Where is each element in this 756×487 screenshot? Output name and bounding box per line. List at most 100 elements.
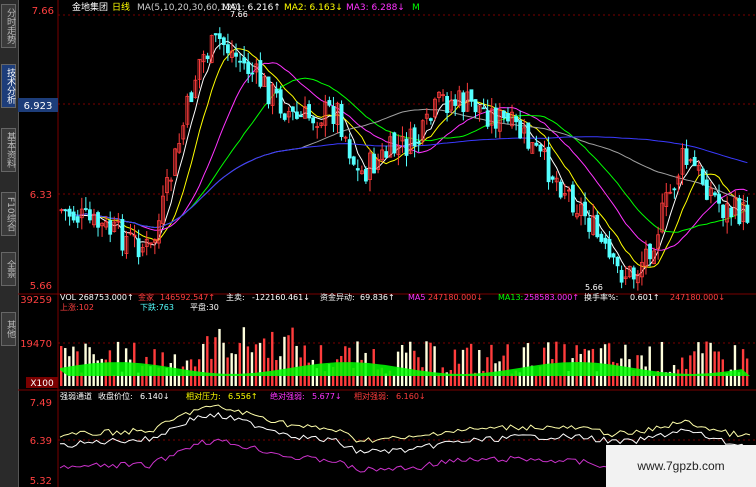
- volume-bar: [453, 349, 457, 386]
- candle-body: [290, 106, 295, 112]
- indicator-axis-mid: 6.39: [30, 436, 52, 447]
- turnover-label: 换手率%:: [584, 292, 618, 302]
- candle-body: [221, 37, 226, 46]
- volume-bar: [676, 369, 680, 386]
- volume-bar: [368, 375, 371, 386]
- down-count: 下跌:763: [140, 302, 174, 312]
- candle-body: [96, 212, 100, 228]
- volume-bar: [644, 366, 647, 386]
- candle-body: [571, 184, 575, 213]
- indicator-header: 强弱通道 收盘价位: 6.140↓ 相对压力: 6.556↑ 绝对强弱: 5.6…: [60, 391, 426, 401]
- candle-body: [88, 209, 92, 221]
- volume-bar: [469, 343, 473, 386]
- candle-body: [278, 89, 283, 114]
- gold-value: 146592.547↑: [160, 293, 215, 302]
- candle-body: [67, 208, 72, 217]
- candle-body: [108, 220, 113, 235]
- close-label: 收盘价位:: [98, 391, 133, 401]
- candle-body: [445, 95, 449, 114]
- gold-label: 金家: [138, 292, 154, 302]
- candle-body: [603, 237, 608, 244]
- volume-bar: [291, 327, 294, 386]
- candle-body: [384, 151, 389, 158]
- ma2-value: MA2: 6.163↓: [284, 3, 343, 13]
- volume-axis-unit: X100: [30, 379, 54, 389]
- volume-bar: [705, 341, 708, 386]
- volume-bar: [400, 344, 404, 386]
- candle-body: [587, 217, 592, 232]
- candle-body: [242, 57, 247, 64]
- volume-bar: [522, 347, 526, 386]
- volume-axis-top: 39259: [20, 295, 52, 306]
- candle-body: [63, 209, 68, 212]
- volume-bar: [425, 341, 428, 386]
- candle-body: [234, 52, 238, 57]
- candle-body: [481, 107, 486, 110]
- volume-bar: [660, 341, 664, 386]
- volume-bar: [461, 349, 465, 386]
- volume-bars: [60, 327, 750, 386]
- volume-bar: [254, 344, 258, 386]
- candle-body: [258, 60, 263, 87]
- ma5-label: MA5: [408, 293, 425, 302]
- price-axis-mid: 6.33: [30, 190, 52, 201]
- candle-body: [611, 253, 616, 258]
- candle-body: [307, 104, 311, 119]
- candle-body: [226, 44, 230, 54]
- candle-body: [558, 181, 563, 198]
- candle-body: [704, 179, 709, 200]
- volume-bar: [478, 350, 481, 386]
- volume-bar: [745, 358, 749, 386]
- high-price-marker: 7.66: [230, 10, 248, 19]
- volume-bar: [202, 343, 205, 386]
- candle-body: [311, 117, 316, 124]
- resist-value: 6.556↑: [228, 392, 258, 401]
- volume-bar: [283, 336, 286, 386]
- candle-body: [506, 113, 510, 122]
- volume-bar: [246, 346, 250, 386]
- stock-chart[interactable]: 7.66 6.923 6.33 5.66 金地集团 日线 MA(5,10,20,…: [0, 0, 756, 487]
- candle-body: [83, 208, 88, 210]
- indicator-axis-top: 7.49: [30, 398, 52, 409]
- candle-body: [331, 106, 336, 124]
- volume-axis-mid: 19470: [20, 339, 52, 350]
- volume-bar: [559, 375, 562, 386]
- volume-bar: [238, 343, 241, 386]
- candle-body: [250, 72, 255, 75]
- ma5-line: [61, 40, 748, 277]
- ma3-value: MA3: 6.288↓: [346, 3, 405, 13]
- candle-body: [672, 188, 677, 191]
- watermark: www.7gpzb.com: [606, 445, 756, 487]
- candle-body: [526, 122, 531, 149]
- ma10-line: [61, 48, 748, 268]
- candle-body: [266, 76, 271, 105]
- candle-body: [461, 92, 466, 113]
- candle-body: [428, 118, 433, 121]
- candle-body: [295, 111, 299, 119]
- strong-value: 5.677↓: [312, 392, 342, 401]
- candle-body: [721, 204, 725, 219]
- price-axis-top: 7.66: [32, 6, 54, 17]
- volume-bar: [230, 353, 233, 386]
- volume-bar: [250, 352, 254, 386]
- candle-body: [299, 115, 303, 118]
- volume-bar: [685, 368, 688, 386]
- volume-bar: [242, 327, 246, 386]
- candle-body: [607, 238, 612, 258]
- candle-body: [648, 243, 652, 260]
- candle-body: [246, 61, 251, 74]
- candle-body: [274, 88, 279, 94]
- candle-body: [392, 132, 397, 154]
- indicator-name: 强弱通道: [60, 391, 92, 401]
- volume-bar: [193, 366, 197, 386]
- volume-bar: [701, 353, 704, 386]
- rel-value: 6.160↓: [396, 392, 426, 401]
- volume-bar: [218, 328, 221, 386]
- volume-bar: [222, 342, 225, 386]
- volume-bar: [262, 338, 266, 386]
- fund-flow-label: 资金异动:: [320, 292, 355, 302]
- candle-body: [599, 233, 604, 242]
- main-sell-label: 主卖:: [226, 292, 245, 302]
- candle-body: [453, 99, 458, 106]
- candle-body: [213, 33, 218, 36]
